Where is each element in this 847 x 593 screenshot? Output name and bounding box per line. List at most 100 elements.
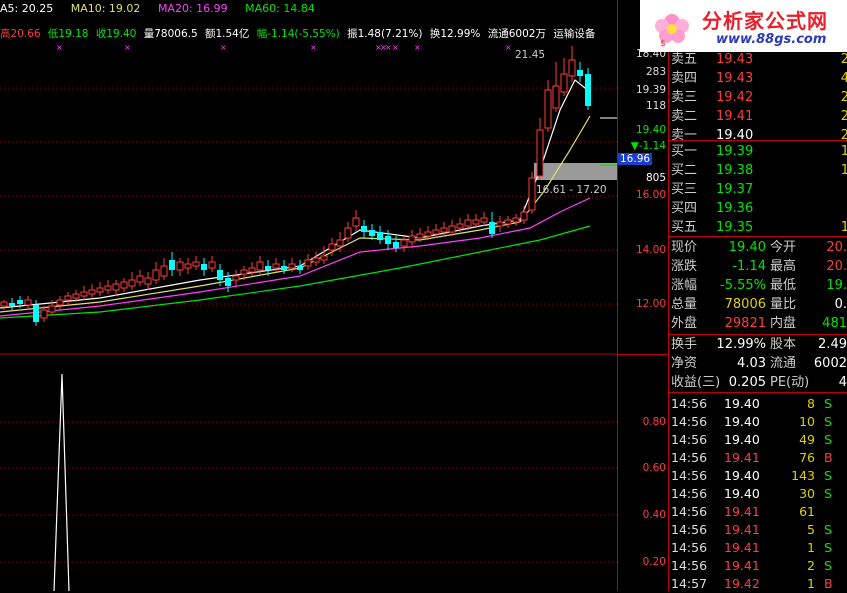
range-annotation: 16.61 - 17.20 — [536, 184, 607, 196]
logo-title: 分析家公式网 — [702, 9, 828, 33]
candle-body — [208, 261, 216, 269]
tick-row[interactable]: 14:56 19.40 30 S — [668, 485, 847, 503]
candle-body — [361, 226, 367, 232]
candle-body — [377, 232, 383, 240]
candle-body — [256, 261, 264, 271]
candle-body — [552, 85, 560, 109]
candle-body — [80, 291, 88, 297]
ask-label: 卖四 — [671, 71, 698, 86]
bid-level-4[interactable]: 买四 19.36 — [668, 200, 847, 218]
candle-body — [160, 265, 168, 277]
axis-label: 0.40 — [642, 509, 666, 521]
tick-row[interactable]: 14:56 19.41 2 S — [668, 557, 847, 575]
tick-price: 19.40 — [724, 468, 760, 483]
kline-chart[interactable]: × × × × ××× × × × 21.45 16.61 - 17.20 — [0, 0, 617, 591]
tick-volume: 8 — [807, 396, 815, 411]
candle-body — [489, 222, 495, 234]
ask-level-2[interactable]: 卖四 19.43 4 — [668, 70, 847, 88]
tick-side: S — [824, 432, 832, 447]
bid-level-1[interactable]: 买一 19.39 1 — [668, 143, 847, 161]
fundamental-row: 换手 12.99% 股本 2.49 — [668, 336, 847, 354]
quote-label: 最高 — [770, 259, 797, 274]
signal-marker: × — [310, 43, 317, 52]
fundamental-value: 0.205 — [728, 375, 766, 390]
crosshair-highlight — [534, 163, 617, 180]
bid-price: 19.37 — [716, 182, 754, 197]
bid-volume: 1 — [840, 220, 847, 235]
bid-level-2[interactable]: 买二 19.38 1 — [668, 162, 847, 180]
candle-body — [72, 293, 80, 299]
fundamental-value: 4.03 — [737, 356, 766, 371]
candle-body — [320, 255, 328, 261]
axis-label: 19.39 — [635, 84, 666, 96]
fundamental-row: 收益(三) 0.205 PE(动) 4 — [668, 374, 847, 392]
fundamental-label: 换手 — [671, 337, 698, 352]
tick-side: S — [824, 540, 832, 555]
signal-marker: × — [124, 43, 131, 52]
ask-label: 卖二 — [671, 109, 698, 124]
tick-row[interactable]: 14:56 19.40 143 S — [668, 467, 847, 485]
fundamental-label: 流通 — [770, 356, 797, 371]
candle-body — [144, 277, 152, 285]
fundamental-value: 6002 — [813, 356, 847, 371]
ma10-line — [0, 115, 591, 313]
ask-volume: 2 — [840, 52, 847, 67]
tick-row[interactable]: 14:56 19.41 61 — [668, 503, 847, 521]
tick-volume: 1 — [807, 540, 815, 555]
quote-value: 29821 — [724, 316, 766, 331]
quote-value: 20. — [826, 240, 847, 255]
ma5-line — [0, 79, 591, 309]
tick-row[interactable]: 14:56 19.40 8 S — [668, 395, 847, 413]
tick-price: 19.40 — [724, 414, 760, 429]
crosshair-price-label: 16.96 — [618, 153, 653, 165]
indicator-line — [53, 373, 70, 591]
ask-level-1[interactable]: 卖五 19.43 2 — [668, 51, 847, 69]
tick-row[interactable]: 14:56 19.41 76 B — [668, 449, 847, 467]
bid-level-5[interactable]: 买五 19.35 1 — [668, 219, 847, 237]
bid-label: 买二 — [671, 163, 698, 178]
candle-body — [9, 303, 15, 306]
tick-time: 14:56 — [671, 486, 708, 501]
axis-label: 19.40 — [635, 124, 666, 136]
ask-label: 卖五 — [671, 52, 698, 67]
tick-side: S — [824, 522, 832, 537]
candle-body — [152, 269, 160, 281]
axis-label: 805 — [645, 172, 666, 184]
flower-icon: $ — [655, 14, 689, 49]
fundamental-value: 2.49 — [818, 337, 847, 352]
tick-row[interactable]: 14:57 19.42 1 B — [668, 575, 847, 593]
candle-body — [96, 287, 104, 293]
tick-row[interactable]: 14:56 19.41 5 S — [668, 521, 847, 539]
tick-row[interactable]: 14:56 19.40 10 S — [668, 413, 847, 431]
quote-row: 涨幅 -5.55% 最低 19. — [668, 277, 847, 295]
tick-row[interactable]: 14:56 19.41 1 S — [668, 539, 847, 557]
ask-level-3[interactable]: 卖三 19.42 2 — [668, 89, 847, 107]
quote-value: 19.40 — [728, 240, 766, 255]
tick-time: 14:56 — [671, 522, 708, 537]
candle-body — [312, 257, 320, 263]
candle-body — [369, 230, 375, 236]
tick-side: S — [824, 468, 832, 483]
candle-body — [56, 299, 64, 306]
candle-body — [0, 301, 8, 307]
quote-value: 20. — [826, 259, 847, 274]
ask-level-4[interactable]: 卖二 19.41 2 — [668, 108, 847, 126]
candle-body — [464, 219, 472, 227]
bid-volume: 1 — [840, 144, 847, 159]
tick-row[interactable]: 14:56 19.40 49 S — [668, 431, 847, 449]
tick-volume: 2 — [807, 558, 815, 573]
candle-body — [408, 235, 416, 243]
candle-body — [304, 259, 312, 267]
candle-body — [192, 261, 200, 267]
quote-row: 现价 19.40 今开 20. — [668, 239, 847, 257]
tick-volume: 49 — [799, 432, 815, 447]
fundamental-label: 净资 — [671, 356, 698, 371]
fundamental-value: 12.99% — [716, 337, 766, 352]
bid-level-3[interactable]: 买三 19.37 — [668, 181, 847, 199]
tick-time: 14:56 — [671, 414, 708, 429]
candle-body — [424, 231, 432, 237]
tick-price: 19.40 — [724, 486, 760, 501]
tick-price: 19.40 — [724, 432, 760, 447]
axis-label: 0.60 — [642, 462, 666, 474]
axis-label: 0.80 — [642, 416, 666, 428]
